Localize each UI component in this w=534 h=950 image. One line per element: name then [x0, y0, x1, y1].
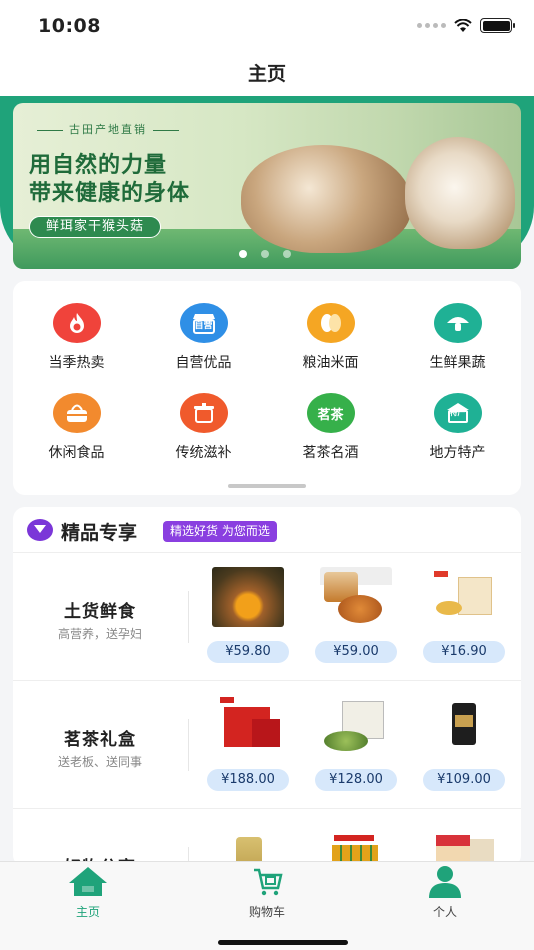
carousel-indicator[interactable] [239, 250, 291, 258]
row-desc: 高营养，送孕妇 [57, 627, 142, 641]
product-card[interactable]: ¥128.00 [314, 695, 398, 791]
product-price: ¥59.80 [207, 641, 289, 663]
category-badge: 茗茶 [317, 407, 344, 423]
premium-title: 精品专享 [61, 522, 138, 544]
product-image-red-tea-box[interactable] [212, 695, 284, 755]
category-item-hot[interactable]: 当季热卖 [13, 303, 140, 372]
row-title-block: 土货鲜食 高营养，送孕妇 [35, 597, 165, 642]
category-label: 当季热卖 [48, 355, 105, 371]
category-label: 粮油米面 [302, 355, 359, 371]
category-item-fresh[interactable]: 生鲜果蔬 [394, 303, 521, 372]
basket-icon [52, 393, 101, 433]
category-label: 传统滋补 [175, 445, 232, 461]
product-image-tea-tin[interactable] [428, 695, 500, 755]
tab-profile[interactable]: 个人 [385, 864, 505, 920]
carousel-dot-2[interactable] [261, 250, 269, 258]
row-divider [188, 719, 189, 771]
wifi-icon [454, 18, 472, 32]
tab-bar: 主页 购物车 个人 [0, 861, 534, 950]
person-icon [429, 866, 461, 898]
banner-headline-2: 带来健康的身体 [29, 181, 191, 206]
home-icon [69, 867, 107, 896]
pot-icon [179, 393, 228, 433]
category-badge: 特产 [449, 408, 466, 417]
mushroom-image [241, 145, 411, 253]
banner-product-pill: 鲜珥家干猴头菇 [29, 216, 162, 238]
shop-icon: 自营 [179, 303, 228, 343]
status-bar: 10:08 [0, 0, 534, 52]
product-price: ¥188.00 [207, 769, 289, 791]
product-card[interactable]: ¥188.00 [206, 695, 290, 791]
promo-banner[interactable]: 古田产地直销 用自然的力量 带来健康的身体 鲜珥家干猴头菇 [13, 103, 521, 269]
product-card[interactable]: ¥59.80 [206, 567, 290, 663]
signal-icon [417, 23, 446, 28]
tab-label: 个人 [432, 905, 457, 919]
row-title-block: 茗茶礼盒 送老板、送同事 [35, 725, 165, 770]
category-item-specialty[interactable]: 特产 地方特产 [394, 393, 521, 462]
product-price: ¥109.00 [423, 769, 505, 791]
battery-icon [480, 18, 515, 33]
status-icons [417, 18, 515, 33]
tab-label: 主页 [75, 905, 100, 919]
cart-icon [254, 868, 283, 896]
row-name: 茗茶礼盒 [56, 725, 144, 750]
grid-scroll-indicator[interactable] [228, 484, 306, 488]
tea-icon: 茗茶 [306, 393, 355, 433]
category-item-grain[interactable]: 粮油米面 [267, 303, 394, 372]
specialty-icon: 特产 [433, 393, 482, 433]
category-label: 休闲食品 [48, 445, 105, 461]
page-title: 主页 [0, 52, 534, 96]
row-name: 土货鲜食 [56, 597, 144, 622]
category-label: 生鲜果蔬 [429, 355, 486, 371]
banner-subtitle: 古田产地直销 [31, 121, 185, 137]
mushroom-cut-image [405, 137, 515, 249]
carousel-dot-1[interactable] [239, 250, 247, 258]
category-label: 自营优品 [175, 355, 232, 371]
product-image-powder[interactable] [428, 567, 500, 627]
flame-icon [52, 303, 101, 343]
status-time: 10:08 [38, 15, 101, 37]
premium-tag: 精选好货 为您而选 [163, 521, 277, 542]
product-image-jar[interactable] [320, 567, 392, 627]
product-image-eggs[interactable] [212, 567, 284, 627]
product-card[interactable]: ¥16.90 [422, 567, 506, 663]
banner-subtitle-text: 古田产地直销 [69, 123, 147, 136]
category-item-snacks[interactable]: 休闲食品 [13, 393, 140, 462]
product-card[interactable]: ¥109.00 [422, 695, 506, 791]
mushroom-icon [433, 303, 482, 343]
tab-home[interactable]: 主页 [28, 864, 148, 920]
product-card[interactable]: ¥59.00 [314, 567, 398, 663]
carousel-dot-3[interactable] [283, 250, 291, 258]
category-item-self-run[interactable]: 自营 自营优品 [140, 303, 267, 372]
tab-label: 购物车 [248, 905, 285, 919]
premium-row-good-things[interactable]: 好物分享 [13, 809, 521, 867]
product-price: ¥59.00 [315, 641, 397, 663]
category-label: 地方特产 [429, 445, 486, 461]
product-price: ¥128.00 [315, 769, 397, 791]
tab-cart[interactable]: 购物车 [207, 864, 327, 920]
grain-icon [306, 303, 355, 343]
product-image-green-tea[interactable] [320, 695, 392, 755]
category-item-tea-wine[interactable]: 茗茶 茗茶名酒 [267, 393, 394, 462]
category-item-tonic[interactable]: 传统滋补 [140, 393, 267, 462]
category-badge: 自营 [194, 321, 213, 331]
row-divider [188, 591, 189, 643]
premium-section: 精品专享 精选好货 为您而选 土货鲜食 高营养，送孕妇 ¥59.80 ¥59.0… [13, 507, 521, 867]
premium-row-local-fresh[interactable]: 土货鲜食 高营养，送孕妇 ¥59.80 ¥59.00 ¥16.90 [13, 553, 521, 681]
category-label: 茗茶名酒 [302, 445, 359, 461]
diamond-icon [27, 519, 53, 541]
category-grid: 当季热卖 自营 自营优品 粮油米面 生鲜果蔬 休闲食品 传统滋补 茗茶 茗茶名酒… [13, 281, 521, 495]
product-price: ¥16.90 [423, 641, 505, 663]
premium-row-tea-gift[interactable]: 茗茶礼盒 送老板、送同事 ¥188.00 ¥128.00 ¥109.00 [13, 681, 521, 809]
home-indicator [218, 940, 348, 945]
row-desc: 送老板、送同事 [57, 755, 142, 769]
premium-header: 精品专享 精选好货 为您而选 [13, 507, 521, 553]
